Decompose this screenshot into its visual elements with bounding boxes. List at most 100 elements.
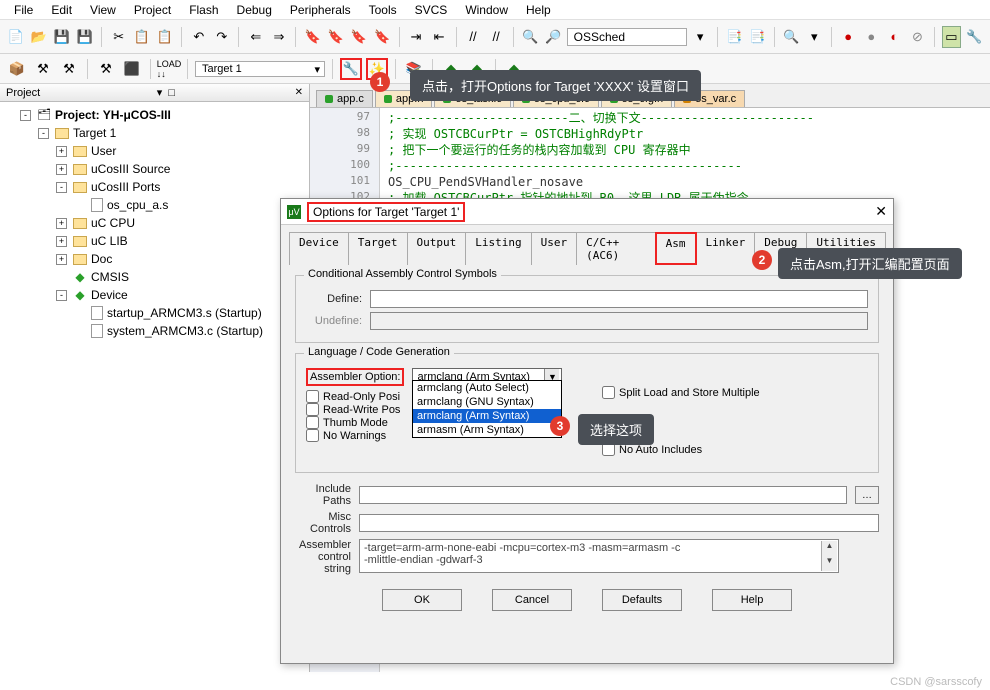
tree-item[interactable]: +uC LIB — [56, 232, 307, 250]
dialog-close-icon[interactable]: ✕ — [875, 203, 887, 220]
scroll-down-icon[interactable]: ▼ — [822, 556, 837, 571]
build-icon[interactable]: ⚒ — [32, 58, 54, 80]
bookmark-clear-icon[interactable]: 🔖 — [373, 26, 392, 48]
tree-item[interactable]: system_ARMCM3.c (Startup) — [74, 322, 307, 340]
config-icon[interactable]: 🔧 — [965, 26, 984, 48]
options-for-target-icon[interactable]: 🔧 — [340, 58, 362, 80]
tree-item[interactable]: ◆CMSIS — [56, 268, 307, 286]
tree-item[interactable]: startup_ARMCM3.s (Startup) — [74, 304, 307, 322]
chk-thumb[interactable] — [306, 416, 319, 429]
chk-split[interactable] — [602, 386, 615, 399]
new-file-icon[interactable]: 📄 — [6, 26, 25, 48]
download-icon[interactable]: LOAD↓↓ — [158, 58, 180, 80]
include-browse-button[interactable]: … — [855, 486, 879, 504]
breakpoint-disable-icon[interactable]: ◐ — [885, 26, 904, 48]
tab-device[interactable]: Device — [289, 232, 349, 265]
menu-flash[interactable]: Flash — [181, 1, 226, 19]
misc-controls-input[interactable] — [359, 514, 879, 532]
incremental-find-icon[interactable]: 🔎 — [544, 26, 563, 48]
breakpoint-toggle-icon[interactable]: ● — [862, 26, 881, 48]
cancel-button[interactable]: Cancel — [492, 589, 572, 611]
nav-fwd-icon[interactable]: ⇒ — [269, 26, 288, 48]
tree-item[interactable]: os_cpu_a.s — [74, 196, 307, 214]
dropdown-option[interactable]: armasm (Arm Syntax) — [413, 423, 561, 437]
window-icon[interactable]: ▭ — [942, 26, 961, 48]
tree-expander[interactable]: + — [56, 236, 67, 247]
chk-readonly[interactable] — [306, 390, 319, 403]
dropdown-option[interactable]: armclang (GNU Syntax) — [413, 395, 561, 409]
stop-build-icon[interactable]: ⬛ — [121, 58, 143, 80]
tab-asm[interactable]: Asm — [655, 232, 697, 265]
tree-expander[interactable]: - — [38, 128, 49, 139]
dropdown-option[interactable]: armclang (Auto Select) — [413, 381, 561, 395]
tree-expander[interactable]: + — [56, 146, 67, 157]
bookmark-next-icon[interactable]: 🔖 — [349, 26, 368, 48]
breakpoint-kill-icon[interactable]: ⊘ — [908, 26, 927, 48]
menu-window[interactable]: Window — [457, 1, 516, 19]
copy-icon[interactable]: 📋 — [132, 26, 151, 48]
defaults-button[interactable]: Defaults — [602, 589, 682, 611]
menu-edit[interactable]: Edit — [43, 1, 80, 19]
tree-expander[interactable]: - — [20, 110, 31, 121]
editor-tab[interactable]: app.c — [316, 90, 373, 107]
outdent-icon[interactable]: ⇤ — [430, 26, 449, 48]
undo-icon[interactable]: ↶ — [189, 26, 208, 48]
save-icon[interactable]: 💾 — [52, 26, 71, 48]
menu-svcs[interactable]: SVCS — [407, 1, 456, 19]
find-icon[interactable]: 🔍 — [521, 26, 540, 48]
cut-icon[interactable]: ✂ — [109, 26, 128, 48]
tree-item[interactable]: -uCosIII Ports — [56, 178, 307, 196]
save-all-icon[interactable]: 💾 — [75, 26, 94, 48]
paste-icon[interactable]: 📋 — [155, 26, 174, 48]
menu-debug[interactable]: Debug — [229, 1, 280, 19]
project-tree[interactable]: -🗂Project: YH-μCOS-III -Target 1 +User+u… — [0, 102, 309, 672]
define-input[interactable] — [370, 290, 868, 308]
ok-button[interactable]: OK — [382, 589, 462, 611]
tree-item[interactable]: +User — [56, 142, 307, 160]
pane-close-icon[interactable]: ✕ — [295, 87, 303, 98]
chk-readwrite[interactable] — [306, 403, 319, 416]
assembler-dropdown[interactable]: armclang (Auto Select) armclang (GNU Syn… — [412, 380, 562, 438]
tab-linker[interactable]: Linker — [696, 232, 756, 265]
tree-item[interactable]: +uCosIII Source — [56, 160, 307, 178]
menu-help[interactable]: Help — [518, 1, 559, 19]
dropdown-option-selected[interactable]: armclang (Arm Syntax) — [413, 409, 561, 423]
menu-tools[interactable]: Tools — [361, 1, 405, 19]
batch-icon[interactable]: ⚒ — [95, 58, 117, 80]
pane-dropdown-icon[interactable]: ▾ □ — [157, 86, 178, 99]
translate-icon[interactable]: 📦 — [6, 58, 28, 80]
tree-item[interactable]: +Doc — [56, 250, 307, 268]
debug-icon[interactable]: 🔍 — [782, 26, 801, 48]
tree-expander[interactable]: + — [56, 254, 67, 265]
tree-item[interactable]: +uC CPU — [56, 214, 307, 232]
tab-output[interactable]: Output — [407, 232, 467, 265]
chk-nowarn[interactable] — [306, 429, 319, 442]
bookmark-icon[interactable]: 🔖 — [303, 26, 322, 48]
comment-icon[interactable]: // — [463, 26, 482, 48]
tree-expander[interactable]: + — [56, 218, 67, 229]
goto-icon[interactable]: 📑 — [725, 26, 744, 48]
combo-drop-icon[interactable]: ▾ — [691, 26, 710, 48]
tab-user[interactable]: User — [531, 232, 578, 265]
bookmark-prev-icon[interactable]: 🔖 — [326, 26, 345, 48]
goto-icon2[interactable]: 📑 — [748, 26, 767, 48]
include-paths-input[interactable] — [359, 486, 847, 504]
tab-listing[interactable]: Listing — [465, 232, 531, 265]
redo-icon[interactable]: ↷ — [212, 26, 231, 48]
menu-file[interactable]: File — [6, 1, 41, 19]
menu-view[interactable]: View — [82, 1, 124, 19]
tree-expander[interactable]: - — [56, 290, 67, 301]
uncomment-icon[interactable]: // — [487, 26, 506, 48]
target-select[interactable]: Target 1 — [195, 61, 325, 77]
menu-peripherals[interactable]: Peripherals — [282, 1, 359, 19]
tree-expander[interactable]: + — [56, 164, 67, 175]
tab-target[interactable]: Target — [348, 232, 408, 265]
tree-expander[interactable]: - — [56, 182, 67, 193]
nav-back-icon[interactable]: ⇐ — [246, 26, 265, 48]
scroll-up-icon[interactable]: ▲ — [822, 541, 837, 556]
menu-project[interactable]: Project — [126, 1, 179, 19]
breakpoint-insert-icon[interactable]: ● — [839, 26, 858, 48]
help-button[interactable]: Help — [712, 589, 792, 611]
tab-cpp[interactable]: C/C++ (AC6) — [576, 232, 656, 265]
drop-icon[interactable]: ▾ — [805, 26, 824, 48]
